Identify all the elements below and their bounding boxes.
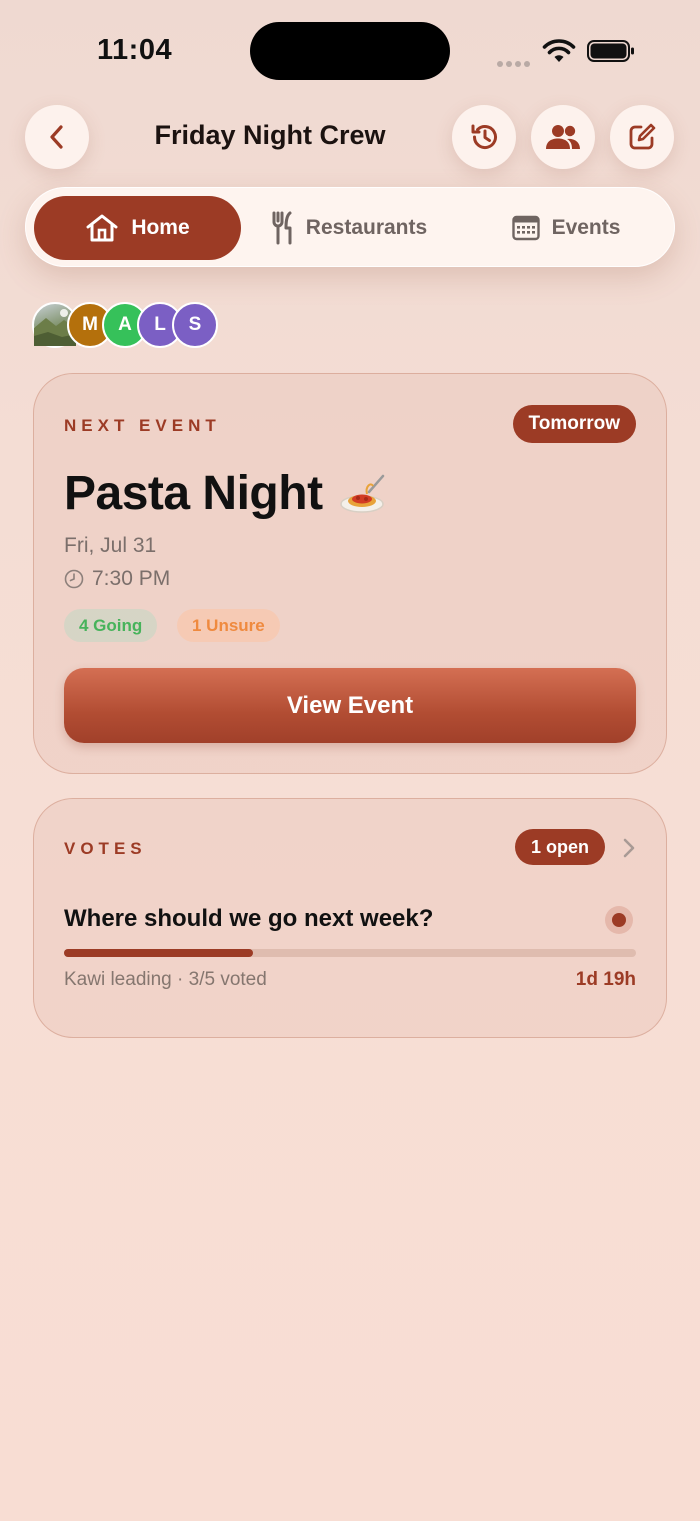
clock-icon <box>64 569 84 589</box>
vote-progress-fill <box>64 949 253 957</box>
segmented-tab-bar: Home Restaurants Events <box>25 187 675 267</box>
votes-label: VOTES <box>64 839 147 858</box>
tab-home[interactable]: Home <box>34 196 241 260</box>
when-badge: Tomorrow <box>512 405 636 443</box>
tab-restaurants-label: Restaurants <box>305 216 428 239</box>
calendar-icon <box>511 215 540 241</box>
people-icon <box>546 125 580 149</box>
chevron-left-icon <box>50 125 63 149</box>
event-title-text: Pasta Night <box>64 467 323 520</box>
fork-knife-icon <box>272 211 292 245</box>
back-button[interactable] <box>25 105 89 169</box>
vote-time-remaining: 1d 19h <box>575 969 636 990</box>
tab-events-label: Events <box>551 216 621 239</box>
chevron-right-icon[interactable] <box>622 837 636 859</box>
status-bar: 11:04 <box>0 0 700 100</box>
open-votes-badge: 1 open <box>515 829 606 865</box>
going-count-chip: 4 Going <box>64 609 158 642</box>
next-event-card: NEXT EVENT Tomorrow Pasta Night Fri, Jul… <box>33 373 667 774</box>
event-date: Fri, Jul 31 <box>64 534 157 557</box>
status-time: 11:04 <box>97 34 173 66</box>
event-time-text: 7:30 PM <box>92 567 171 590</box>
history-button[interactable] <box>452 105 516 169</box>
unvoted-indicator-icon <box>605 906 633 934</box>
tab-home-label: Home <box>131 216 190 239</box>
page-title: Friday Night Crew <box>154 120 386 150</box>
avatar-s: S <box>172 302 218 348</box>
unsure-count-chip: 1 Unsure <box>177 609 280 642</box>
dynamic-island <box>250 22 450 80</box>
votes-card[interactable]: VOTES 1 open Where should we go next wee… <box>33 798 667 1038</box>
next-event-label: NEXT EVENT <box>64 416 221 435</box>
edit-button[interactable] <box>610 105 674 169</box>
compose-icon <box>629 123 656 150</box>
view-event-button[interactable]: View Event <box>64 668 636 743</box>
history-icon <box>471 124 497 150</box>
tab-events[interactable]: Events <box>466 196 666 260</box>
tab-restaurants[interactable]: Restaurants <box>248 196 451 260</box>
event-time: 7:30 PM <box>64 567 170 591</box>
vote-progress-bar <box>64 949 636 957</box>
cellular-signal-icon <box>497 54 533 67</box>
home-icon <box>86 214 118 242</box>
battery-icon <box>587 40 634 62</box>
vote-status: Kawi leading · 3/5 voted <box>64 969 267 990</box>
event-title: Pasta Night <box>64 466 389 521</box>
members-button[interactable] <box>531 105 595 169</box>
wifi-icon <box>542 39 576 62</box>
spaghetti-icon <box>339 474 384 513</box>
vote-question: Where should we go next week? <box>64 905 434 932</box>
